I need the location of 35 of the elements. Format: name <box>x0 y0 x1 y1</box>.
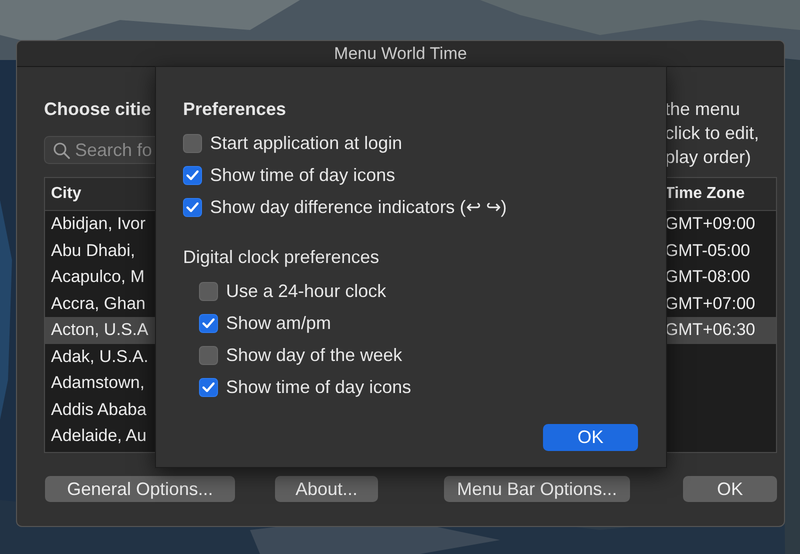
dialog-button[interactable]: Menu Bar Options... <box>444 476 630 502</box>
time-zone-cell-text: GMT+06:30 <box>664 320 756 340</box>
checkbox-label: Show day of the week <box>226 344 402 366</box>
time-zone-cell-text: GMT+09:00 <box>664 214 756 234</box>
checkbox[interactable] <box>199 378 218 396</box>
checkbox-label: Show am/pm <box>226 312 332 334</box>
checkbox[interactable] <box>199 346 218 364</box>
dialog-button[interactable]: General Options... <box>45 476 235 502</box>
search-icon <box>53 142 70 158</box>
city-cell-text: Acton, U.S.A <box>50 320 150 340</box>
checkbox[interactable] <box>199 314 218 332</box>
checkbox[interactable] <box>199 282 218 300</box>
checkbox-label: Show time of day icons <box>210 164 396 186</box>
time-zone-cell-text: GMT-08:00 <box>664 267 752 288</box>
checkbox[interactable] <box>183 134 202 152</box>
time-zone-cell-text: GMT+07:00 <box>664 294 756 314</box>
checkbox-label: Use a 24-hour clock <box>226 280 386 302</box>
heading: Choose citie <box>44 99 152 119</box>
checkbox[interactable] <box>183 198 202 216</box>
city-cell-text: Addis Ababa <box>50 400 148 420</box>
instruction-text: click to edit, <box>665 122 760 145</box>
section-title: Preferences <box>183 99 288 119</box>
checkbox-label: Start application at login <box>210 132 402 154</box>
section-title: Digital clock preferences <box>183 247 380 267</box>
checkbox-label: Show day difference indicators (↩ ↪) <box>210 196 507 218</box>
checkbox-label: Show time of day icons <box>226 376 412 398</box>
dialog-button[interactable]: About... <box>275 476 378 502</box>
ok-button[interactable]: OK <box>543 424 638 451</box>
dialog-button[interactable]: OK <box>683 476 777 502</box>
city-cell-text: Acapulco, M <box>50 267 146 288</box>
column-header[interactable]: City <box>45 185 156 203</box>
window-title: Menu World Time <box>334 44 467 64</box>
city-cell-text: Accra, Ghan <box>50 294 146 314</box>
city-cell-text: Abidjan, Ivor <box>50 214 146 234</box>
checkbox[interactable] <box>183 166 202 184</box>
